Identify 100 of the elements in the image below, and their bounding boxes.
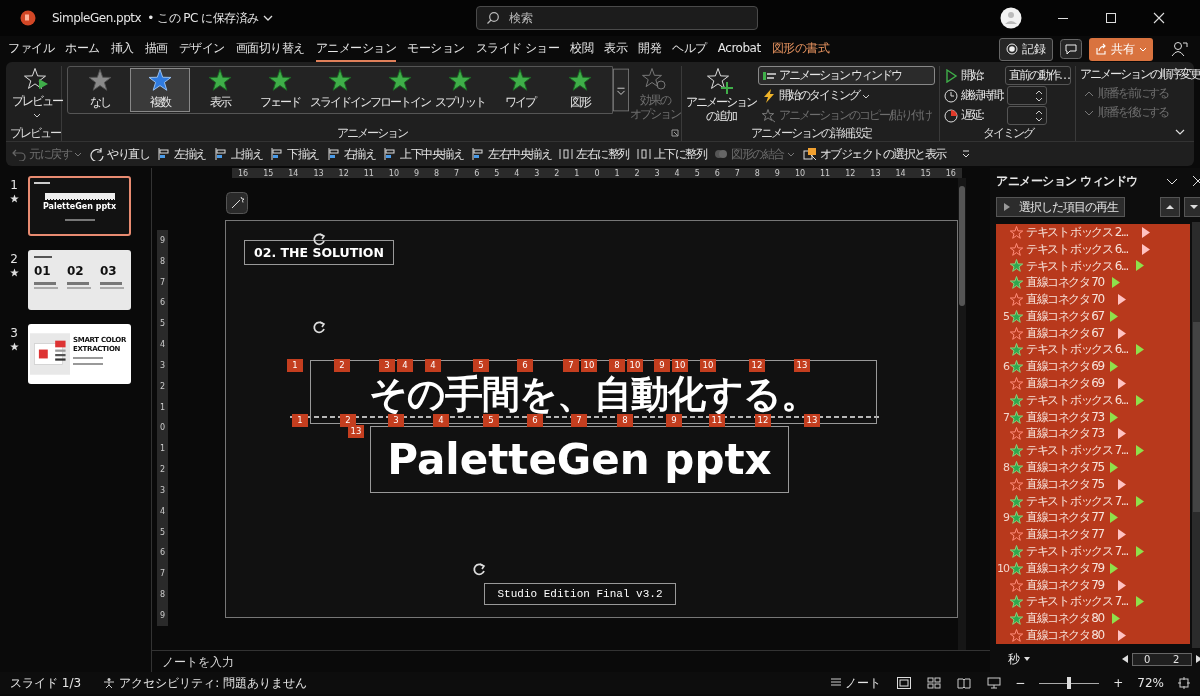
toolbar-button[interactable]: 左揃え	[157, 145, 206, 163]
animation-list-item[interactable]: 6 直線コネクタ 69	[996, 358, 1190, 376]
menu-tab[interactable]: 図形の書式	[771, 36, 830, 62]
zoom-out-button[interactable]: −	[1015, 676, 1026, 690]
spinner-field[interactable]	[1007, 86, 1048, 105]
animation-list-item[interactable]: 直線コネクタ 70	[996, 291, 1190, 308]
toolbar-button[interactable]: 上揃え	[213, 145, 262, 163]
animation-list-item[interactable]: テキスト ボックス 7...	[996, 442, 1190, 460]
animation-list-item[interactable]: 直線コネクタ 70	[996, 274, 1190, 292]
effect-item[interactable]: 複数	[130, 68, 190, 112]
ribbon-button[interactable]: 開始のタイミング	[758, 86, 936, 105]
slide-thumbnail[interactable]: 01 02 03	[28, 250, 131, 310]
slide-thumbnail[interactable]: PaletteGen pptx	[28, 176, 131, 236]
ruler-number: 3	[159, 485, 166, 495]
rotate-handle-icon[interactable]	[471, 561, 487, 577]
rotate-handle-icon[interactable]	[311, 231, 327, 247]
effect-item[interactable]: 表示	[190, 68, 250, 112]
toolbar-button[interactable]: やり直し	[90, 145, 149, 163]
toolbar-button[interactable]: 左右中央揃え	[471, 145, 551, 163]
normal-view-icon[interactable]	[897, 677, 912, 689]
slideshow-icon[interactable]	[987, 677, 1002, 689]
reading-view-icon[interactable]	[957, 677, 972, 689]
play-selected-button[interactable]: 選択した項目の再生	[996, 197, 1125, 217]
toolbar-button[interactable]: 下揃え	[270, 145, 319, 163]
close-icon[interactable]	[1152, 11, 1166, 25]
coauthor-icon[interactable]	[1170, 41, 1188, 57]
menu-tab[interactable]: モーション	[407, 36, 465, 62]
play-icon	[944, 68, 959, 83]
scrollbar[interactable]	[1191, 222, 1200, 648]
seconds-dropdown[interactable]: 秒	[1008, 650, 1031, 668]
start-dropdown[interactable]: 直前の動作…	[1005, 66, 1072, 85]
notes-field[interactable]: ノートを入力	[162, 654, 234, 671]
menu-tab[interactable]: 挿入	[110, 36, 134, 62]
dialog-launcher-icon[interactable]	[671, 129, 679, 137]
toolbar-button[interactable]: 左右に整列	[559, 145, 629, 163]
ruler-number: 7	[159, 277, 166, 287]
menu-tab[interactable]: ホーム	[65, 36, 100, 62]
toolbar-button[interactable]: オブジェクトの選択と表示	[802, 145, 946, 163]
move-down-button[interactable]	[1183, 197, 1200, 217]
effect-item[interactable]: なし	[70, 68, 130, 112]
gallery-more-button[interactable]	[613, 66, 629, 114]
animation-list-item[interactable]: 直線コネクタ 80	[996, 610, 1190, 628]
notes-button[interactable]: ノート	[830, 674, 882, 692]
scroll-right-icon[interactable]	[1195, 655, 1200, 663]
designer-button[interactable]	[226, 192, 248, 214]
close-icon[interactable]	[1191, 175, 1200, 187]
maximize-icon[interactable]	[1104, 11, 1118, 25]
animation-list-item[interactable]: テキスト ボックス 7...	[996, 543, 1190, 560]
animation-list-item[interactable]: 直線コネクタ 80	[996, 627, 1190, 644]
animation-list-item[interactable]: 8 直線コネクタ 75	[996, 459, 1190, 476]
menu-tab[interactable]: 描画	[144, 36, 168, 62]
rotate-handle-icon[interactable]	[311, 319, 327, 335]
ruler-number: 16	[238, 168, 249, 178]
star-gear-icon	[642, 68, 668, 92]
scroll-thumb[interactable]	[1192, 322, 1200, 512]
menu-tab[interactable]: デザイン	[178, 36, 225, 62]
toolbar-button[interactable]: 上下中央揃え	[383, 145, 463, 163]
slider-thumb[interactable]	[1067, 677, 1072, 689]
menu-tab[interactable]: 開発	[638, 36, 662, 62]
accessibility-status[interactable]: アクセシビリティ: 問題ありません	[103, 674, 307, 692]
toolbar-button[interactable]: 上下に整列	[636, 145, 706, 163]
animation-list-item[interactable]: 直線コネクタ 77	[996, 526, 1190, 544]
caret-icon	[1139, 45, 1147, 53]
scroll-thumb[interactable]	[959, 186, 965, 306]
search-field[interactable]: 検索	[476, 6, 758, 30]
effect-item[interactable]: 図形	[550, 68, 610, 112]
record-button[interactable]: 記録	[999, 37, 1053, 61]
move-up-button[interactable]	[1159, 197, 1180, 217]
zoom-in-button[interactable]: +	[1113, 676, 1124, 690]
effect-item[interactable]: フロートイン	[370, 68, 430, 112]
animation-list-item[interactable]: 直線コネクタ 69	[996, 375, 1190, 392]
ruler-number: 5	[694, 168, 700, 178]
scroll-left-icon[interactable]	[1121, 655, 1128, 663]
fit-to-window-icon[interactable]	[1178, 677, 1190, 689]
animation-list-item[interactable]: テキスト ボックス 2...	[996, 224, 1190, 241]
ruler-number: 6	[714, 168, 720, 178]
effect-item[interactable]: スプリット	[430, 68, 490, 112]
effect-item[interactable]: フェード	[250, 68, 310, 112]
effect-item[interactable]: スライドイン	[310, 68, 370, 112]
menu-tab[interactable]: ファイル	[8, 36, 54, 62]
order-number: 10	[996, 561, 1010, 575]
effect-item[interactable]: ワイプ	[490, 68, 550, 112]
menu-tab[interactable]: Acrobat	[717, 38, 761, 60]
menu-tab[interactable]: ヘルプ	[672, 36, 707, 62]
file-title[interactable]: SimpleGen.pptx • この PC に保存済み	[52, 9, 476, 27]
scrollbar[interactable]	[958, 178, 966, 650]
ruler-number: 12	[338, 168, 349, 178]
preview-button[interactable]: プレビュー	[12, 66, 62, 119]
ribbon-button[interactable]: アニメーション ウィンドウ	[758, 66, 936, 85]
menu-tab[interactable]: 校閲	[570, 36, 594, 62]
spinner-field[interactable]	[1007, 106, 1048, 125]
comment-button[interactable]	[1060, 39, 1082, 59]
add-animation-button[interactable]: アニメーション の追加	[686, 66, 756, 123]
toolbar-button[interactable]: 右揃え	[326, 145, 375, 163]
slide-sorter-icon[interactable]	[927, 677, 942, 689]
menu-tab[interactable]: スライド ショー	[475, 36, 560, 62]
account-avatar[interactable]	[1000, 7, 1022, 29]
menu-tab[interactable]: 表示	[604, 36, 628, 62]
zoom-percent[interactable]: 72%	[1137, 676, 1164, 690]
menu-tab[interactable]: 画面切り替え	[235, 36, 305, 62]
